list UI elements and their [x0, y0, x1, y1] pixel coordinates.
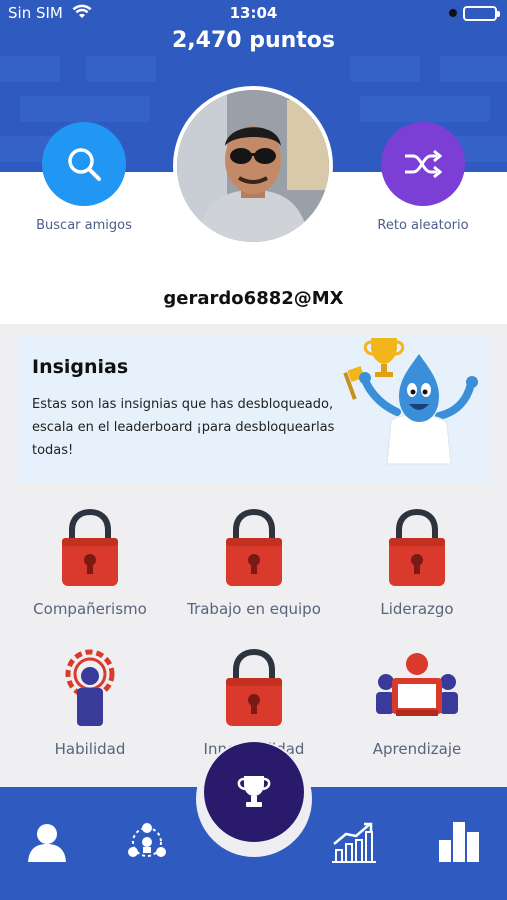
username: gerardo6882@MX — [163, 288, 344, 309]
insignias-card: Insignias Estas son las insignias que ha… — [17, 336, 490, 484]
header-pattern — [0, 56, 60, 82]
insignias-title: Insignias — [32, 356, 129, 378]
battery-icon — [463, 6, 500, 21]
bar-chart-icon — [439, 822, 479, 862]
header-pattern — [350, 56, 420, 82]
badge-habilidad[interactable]: Habilidad — [5, 648, 175, 758]
search-friends-label[interactable]: Buscar amigos — [24, 218, 144, 233]
skill-gear-person-icon — [65, 649, 115, 726]
badge-label: Trabajo en equipo — [187, 600, 321, 618]
search-icon — [68, 148, 101, 181]
header-pattern — [20, 96, 150, 122]
badge-liderazgo[interactable]: Liderazgo — [332, 508, 502, 618]
trophy-fab-button[interactable] — [204, 742, 304, 842]
badge-trabajo-en-equipo[interactable]: Trabajo en equipo — [169, 508, 339, 618]
search-friends-button[interactable]: Buscar amigos — [24, 122, 144, 233]
growth-chart-icon — [332, 822, 376, 863]
search-friends-circle[interactable] — [42, 122, 126, 206]
learning-group-icon — [376, 653, 458, 716]
badge-aprendizaje[interactable]: Aprendizaje — [332, 648, 502, 758]
header-pattern — [86, 56, 156, 82]
profile-photo — [177, 90, 329, 242]
location-dot-icon — [449, 9, 457, 17]
padlock-icon — [226, 648, 282, 726]
profile-icon — [28, 824, 66, 862]
mascot-trophy-illustration — [343, 338, 478, 465]
insignias-description: Estas son las insignias que has desbloqu… — [32, 397, 335, 458]
badge-label: Liderazgo — [380, 600, 454, 618]
nav-growth[interactable] — [328, 817, 378, 867]
badge-label: Compañerismo — [33, 600, 147, 618]
padlock-icon — [389, 508, 445, 586]
header-pattern — [440, 56, 507, 82]
points-total: 2,470 puntos — [171, 28, 336, 53]
trophy-icon — [237, 776, 271, 807]
avatar[interactable] — [173, 86, 333, 246]
badge-label: Habilidad — [54, 740, 126, 758]
badge-companerismo[interactable]: Compañerismo — [5, 508, 175, 618]
status-bar: Sin SIM 13:04 — [0, 0, 507, 26]
network-icon — [128, 823, 166, 857]
random-challenge-circle[interactable] — [381, 122, 465, 206]
nav-leaderboard[interactable] — [434, 817, 484, 867]
badge-label: Aprendizaje — [372, 740, 462, 758]
random-challenge-button[interactable]: Reto aleatorio — [363, 122, 483, 233]
padlock-icon — [62, 508, 118, 586]
padlock-icon — [226, 508, 282, 586]
header-pattern — [360, 96, 490, 122]
nav-profile[interactable] — [22, 817, 72, 867]
nav-network[interactable] — [122, 817, 172, 867]
random-challenge-label[interactable]: Reto aleatorio — [363, 218, 483, 233]
status-time: 13:04 — [229, 4, 278, 22]
shuffle-icon — [405, 149, 443, 179]
